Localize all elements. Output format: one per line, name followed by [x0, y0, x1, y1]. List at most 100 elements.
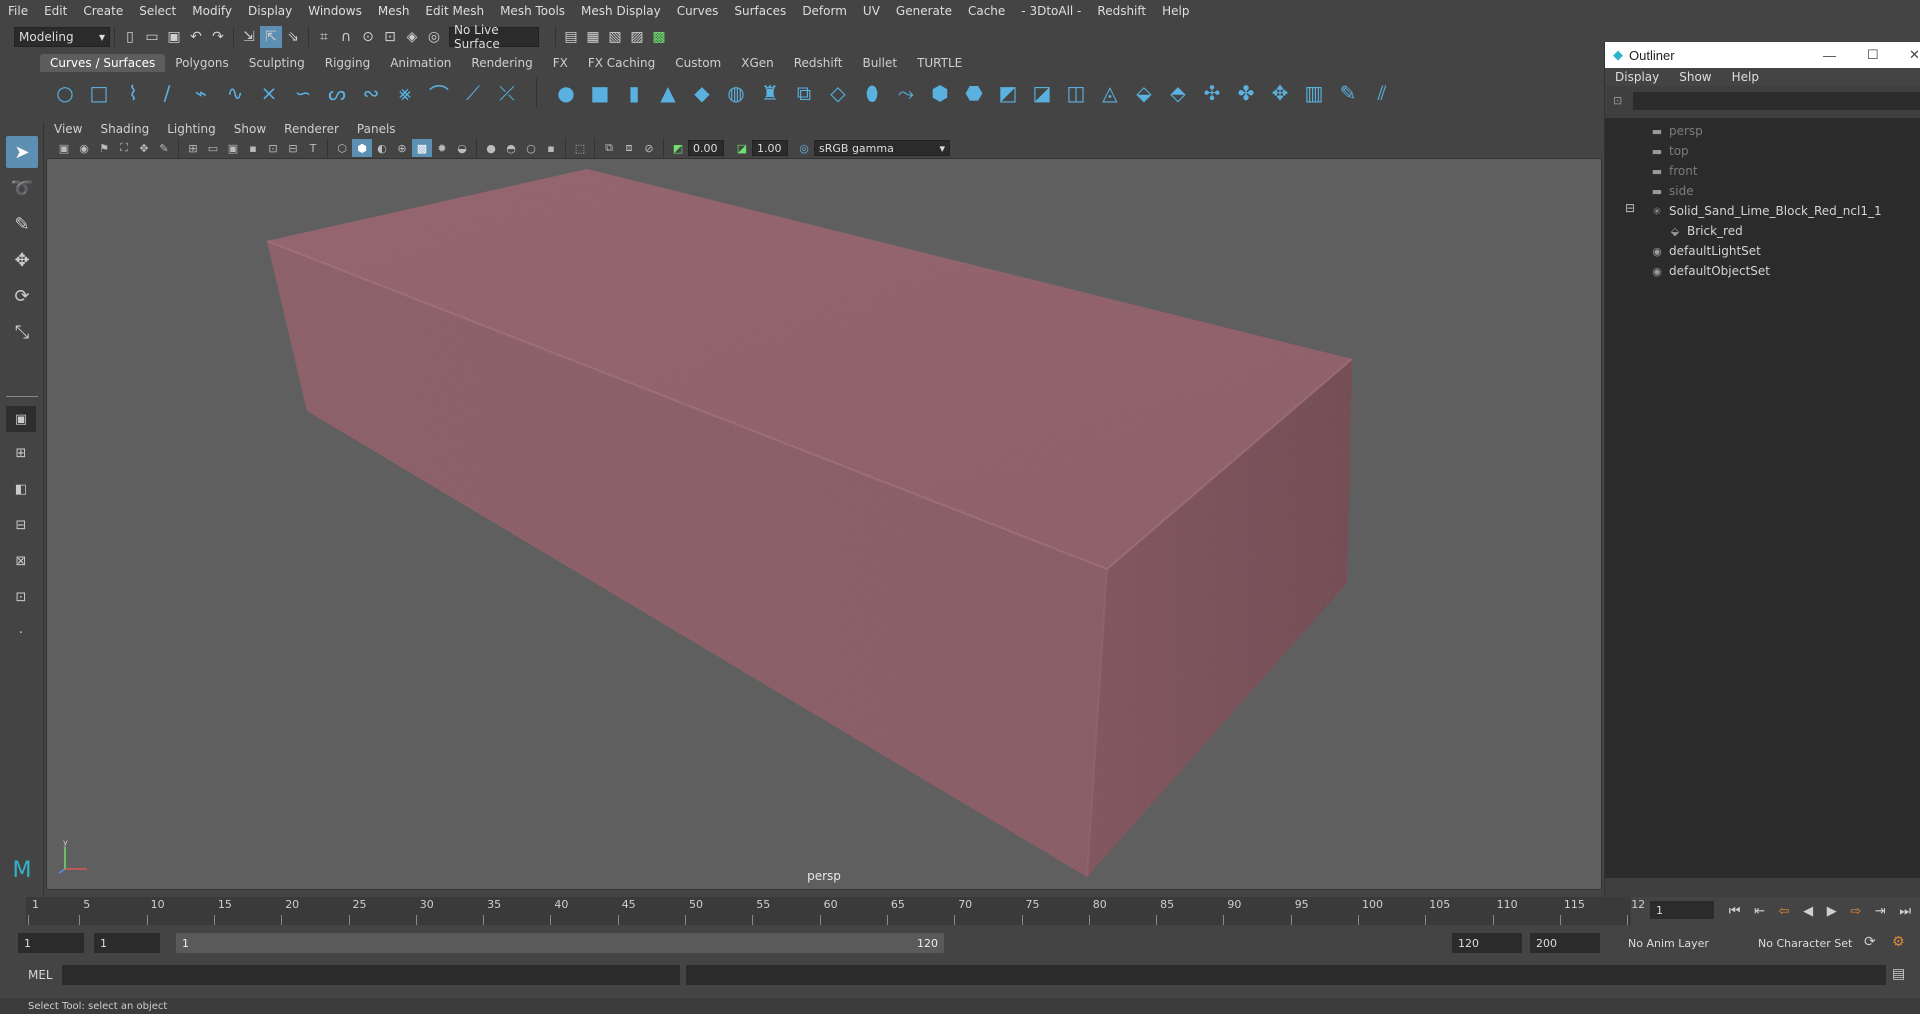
nurbs-plane-icon[interactable]: ◆ — [685, 76, 719, 110]
step-back-key-icon[interactable]: ⇤ — [1754, 904, 1765, 919]
hypershade-icon[interactable]: ▩ — [648, 26, 670, 48]
menu-item[interactable]: Generate — [888, 4, 960, 18]
ep-curve-icon[interactable]: ∕ — [150, 76, 184, 110]
current-frame-field[interactable]: 1 — [1650, 901, 1714, 919]
menu-item[interactable]: Select — [131, 4, 184, 18]
boundary-icon[interactable]: ⬣ — [957, 76, 991, 110]
arc-icon[interactable]: ∿ — [218, 76, 252, 110]
detach-surfaces-icon[interactable]: ✣ — [1195, 76, 1229, 110]
outliner-node[interactable]: ▬ front — [1649, 162, 1698, 180]
menu-item[interactable]: Curves — [669, 4, 727, 18]
live-surface-field[interactable]: No Live Surface — [449, 23, 539, 51]
outliner-search-input[interactable] — [1633, 92, 1920, 110]
grease-pencil-icon[interactable]: ✎ — [154, 139, 174, 157]
menu-item[interactable]: Edit Mesh — [417, 4, 492, 18]
insert-knot-icon[interactable]: ⌒ — [422, 76, 456, 110]
script-language-label[interactable]: MEL — [28, 968, 53, 982]
panel-menu-item[interactable]: Show — [226, 122, 276, 136]
hypershade-layout-icon[interactable]: ⊠ — [6, 548, 36, 574]
shelf-tab[interactable]: Sculpting — [238, 54, 315, 72]
auto-key-icon[interactable]: ⟳ — [1864, 934, 1876, 950]
playback-end-field[interactable]: 120 — [1452, 933, 1522, 953]
snap-surface-icon[interactable]: ◈ — [401, 26, 423, 48]
outliner-menu-item[interactable]: Display — [1605, 70, 1669, 84]
filter-icon[interactable]: ⊡ — [1613, 94, 1622, 107]
xray-icon[interactable]: ⧉ — [599, 139, 619, 157]
time-slider-ruler[interactable]: 1 5 10 15 20 25 30 35 40 45 50 55 60 65 70 75 80 85 90 95 10… — [26, 897, 1645, 925]
menu-item[interactable]: Redshift — [1089, 4, 1154, 18]
render-view-icon[interactable]: ▨ — [626, 26, 648, 48]
step-back-frame-icon[interactable]: ⇦ — [1779, 904, 1790, 919]
outliner-node[interactable]: ▬ side — [1649, 182, 1694, 200]
camera-attributes-icon[interactable]: ◉ — [74, 139, 94, 157]
cut-curve-icon[interactable]: ⤫ — [490, 76, 524, 110]
menu-item[interactable]: Mesh — [370, 4, 418, 18]
camera-select-icon[interactable]: ▣ — [54, 139, 74, 157]
shelf-tab[interactable]: Bullet — [852, 54, 908, 72]
exposure-field[interactable]: 0.00 — [688, 140, 724, 156]
xray-active-icon[interactable]: ⧈ — [619, 139, 639, 157]
shelf-tab[interactable]: Animation — [380, 54, 462, 72]
menu-item[interactable]: Help — [1154, 4, 1197, 18]
outliner-node[interactable]: ⬙ Brick_red — [1667, 222, 1743, 240]
shelf-tab[interactable]: Custom — [665, 54, 732, 72]
panel-menu-item[interactable]: Shading — [92, 122, 159, 136]
animation-end-field[interactable]: 200 — [1530, 933, 1600, 953]
outliner-node[interactable]: ◉ defaultLightSet — [1649, 242, 1761, 260]
bevel-plus-icon[interactable]: ⬢ — [923, 76, 957, 110]
redo-icon[interactable]: ↷ — [207, 26, 229, 48]
shelf-tab[interactable]: XGen — [731, 54, 784, 72]
menu-item[interactable]: Create — [75, 4, 131, 18]
extrude-icon[interactable]: ⬮ — [855, 76, 889, 110]
panel-menu-item[interactable]: Renderer — [276, 122, 349, 136]
square-surface-icon[interactable]: ◩ — [991, 76, 1025, 110]
select-by-component-icon[interactable]: ⇘ — [282, 26, 304, 48]
anim-layer-dropdown[interactable]: No Anim Layer — [1622, 933, 1742, 953]
sculpt-icon[interactable]: ✎ — [1331, 76, 1365, 110]
persp-outliner-layout-icon[interactable]: ◧ — [6, 476, 36, 502]
snap-curve-icon[interactable]: ∩ — [335, 26, 357, 48]
make-live-icon[interactable]: ◎ — [423, 26, 445, 48]
safe-title-icon[interactable]: T — [303, 139, 323, 157]
intersect-icon[interactable]: ◬ — [1093, 76, 1127, 110]
go-to-start-icon[interactable]: ⏮ — [1729, 904, 1741, 919]
select-by-object-icon[interactable]: ⇱ — [260, 26, 282, 48]
panel-menu-item[interactable]: Lighting — [159, 122, 226, 136]
shelf-tab[interactable]: TURTLE — [907, 54, 973, 72]
nurbs-torus-icon[interactable]: ◍ — [719, 76, 753, 110]
rotate-tool-icon[interactable]: ⟳ — [6, 280, 38, 312]
trim-icon[interactable]: ◪ — [1025, 76, 1059, 110]
anim-preferences-icon[interactable]: ⚙ — [1892, 934, 1905, 950]
persp-graph-layout-icon[interactable]: ⊟ — [6, 512, 36, 538]
go-to-end-icon[interactable]: ⏭ — [1899, 904, 1911, 919]
depth-of-field-icon[interactable]: ▪ — [541, 139, 561, 157]
maximize-icon[interactable]: ☐ — [1867, 47, 1879, 63]
open-scene-icon[interactable]: ▭ — [141, 26, 163, 48]
save-scene-icon[interactable]: ▣ — [163, 26, 185, 48]
play-forwards-icon[interactable]: ▶ — [1827, 904, 1837, 919]
wireframe-icon[interactable]: ⬡ — [332, 139, 352, 157]
paint-select-tool-icon[interactable]: ✎ — [6, 208, 38, 240]
menu-item[interactable]: Display — [240, 4, 300, 18]
outliner-node[interactable]: ✳ Solid_Sand_Lime_Block_Red_ncl1_1 — [1649, 202, 1881, 220]
undo-icon[interactable]: ↶ — [185, 26, 207, 48]
menu-item[interactable]: Mesh Display — [573, 4, 669, 18]
shelf-tab[interactable]: Polygons — [165, 54, 239, 72]
perspective-viewport[interactable]: y persp — [46, 158, 1602, 890]
menuset-dropdown[interactable]: Modeling ▾ — [14, 27, 110, 47]
menu-item[interactable]: Mesh Tools — [492, 4, 573, 18]
command-input[interactable] — [62, 965, 680, 985]
time-slider[interactable]: 1 5 10 15 20 25 30 35 40 45 50 55 60 65 70 75 80 85 90 95 10… — [0, 897, 1920, 925]
bookmark-icon[interactable]: ⚑ — [94, 139, 114, 157]
untrim-icon[interactable]: ◫ — [1059, 76, 1093, 110]
open-close-icon[interactable]: ✥ — [1263, 76, 1297, 110]
move-tool-icon[interactable]: ✥ — [6, 244, 38, 276]
shelf-tab[interactable]: Rendering — [461, 54, 543, 72]
screen-space-ao-icon[interactable]: ● — [481, 139, 501, 157]
isolate-select-icon[interactable]: ⬚ — [570, 139, 590, 157]
play-backwards-icon[interactable]: ◀ — [1803, 904, 1813, 919]
menu-item[interactable]: Windows — [300, 4, 370, 18]
menu-item[interactable]: File — [0, 4, 36, 18]
anti-aliasing-icon[interactable]: ○ — [521, 139, 541, 157]
menu-item[interactable]: Modify — [184, 4, 240, 18]
